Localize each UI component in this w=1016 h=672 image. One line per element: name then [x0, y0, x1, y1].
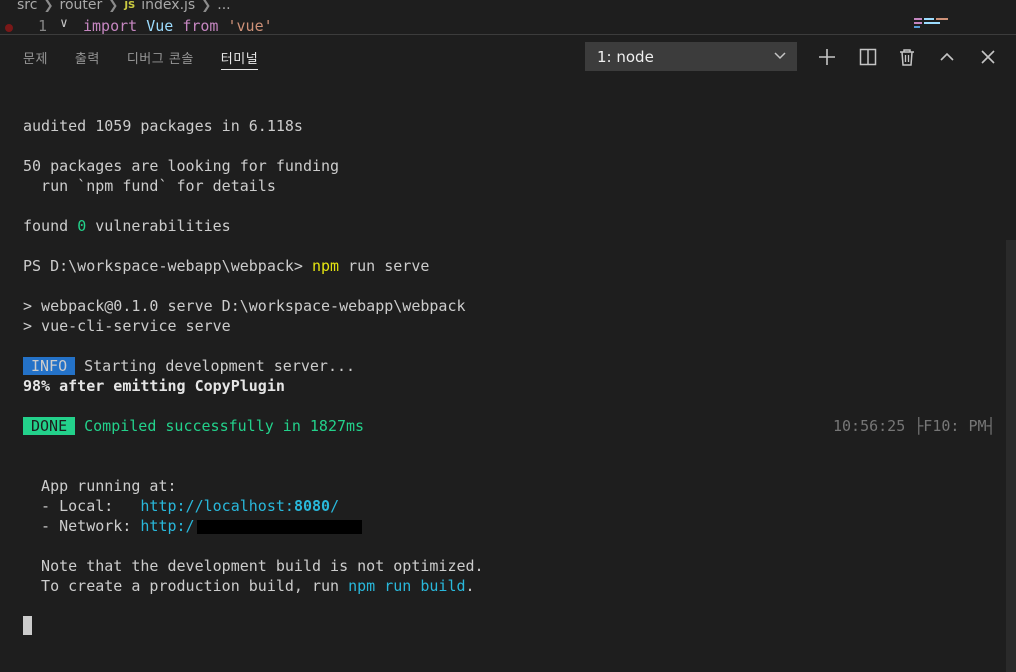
terminal-blank [23, 396, 1003, 416]
network-url-link[interactable]: http:/ [140, 517, 194, 535]
terminal-line: INFO Starting development server... [23, 356, 1003, 376]
redacted-block [196, 519, 362, 534]
maximize-panel-button[interactable] [935, 45, 959, 69]
terminal-text: - Local: [23, 497, 141, 515]
terminal-line: - Network: http:/ [23, 516, 1003, 536]
terminal-blank [23, 236, 1003, 256]
terminal-line: 50 packages are looking for funding [23, 157, 340, 175]
close-panel-button[interactable] [976, 45, 1000, 69]
terminal-scrollbar[interactable] [1006, 240, 1016, 672]
code-text[interactable]: import Vue from 'vue' [83, 17, 273, 34]
terminal-line: 98% after emitting CopyPlugin [23, 377, 285, 395]
terminal-line: DONE Compiled successfully in 1827ms 10:56… [23, 416, 1003, 436]
build-command: npm run build [348, 577, 466, 595]
done-badge: DONE [23, 417, 76, 435]
terminal-blank [23, 336, 1003, 356]
tab-output[interactable]: 출력 [75, 35, 100, 79]
chevron-right-icon: ❯ [201, 0, 212, 12]
chevron-right-icon: ❯ [108, 0, 119, 12]
terminal-prompt-line: PS D:\workspace-webapp\webpack> npm run … [23, 256, 1003, 276]
terminal-text: . [465, 577, 475, 595]
terminal-blank [23, 436, 1003, 456]
chevron-down-icon [773, 48, 787, 66]
url-text: / [330, 497, 340, 515]
code-line[interactable]: 1 ∨ import Vue from 'vue' [0, 15, 900, 34]
terminal-text: vulnerabilities [86, 217, 231, 235]
code-keyword-from: from [182, 17, 219, 34]
terminal-line: To create a production build, run npm ru… [23, 576, 1003, 596]
command-args: run serve [339, 257, 430, 275]
terminal-text: Starting development server... [84, 357, 356, 375]
local-url-link[interactable]: http://localhost:8080/ [140, 497, 339, 515]
panel-tabs: 문제 출력 디버그 콘솔 터미널 [0, 35, 262, 79]
kill-terminal-button[interactable] [895, 45, 919, 69]
fold-chevron-icon[interactable]: ∨ [60, 16, 68, 31]
terminal-text: found [23, 217, 78, 235]
code-keyword: import [83, 17, 138, 34]
terminal-line: Note that the development build is not o… [23, 557, 484, 575]
breadcrumb-item[interactable]: src [17, 0, 37, 13]
split-icon [859, 48, 877, 66]
breakpoint-icon[interactable] [5, 24, 13, 32]
breadcrumb-item[interactable]: ... [217, 0, 230, 13]
terminal-cursor-line[interactable] [23, 616, 1003, 636]
terminal-cursor [23, 616, 32, 635]
new-terminal-button[interactable] [815, 45, 839, 69]
command-name: npm [311, 257, 340, 275]
terminal-blank [23, 536, 1003, 556]
terminal-line: run `npm fund` for details [23, 177, 276, 195]
chevron-up-icon [940, 52, 954, 61]
terminal-output[interactable]: audited 1059 packages in 6.118s 50 packa… [23, 76, 1003, 636]
minimap[interactable] [914, 16, 954, 30]
terminal-text: - Network: [23, 517, 141, 535]
terminal-blank [23, 456, 1003, 476]
tab-terminal[interactable]: 터미널 [220, 35, 259, 79]
terminal-blank [23, 276, 1003, 296]
terminal-line: found 0 vulnerabilities [23, 216, 1003, 236]
compile-status: Compiled successfully in 1827ms [84, 417, 365, 435]
terminal-select-dropdown[interactable]: 1: node [585, 42, 797, 71]
terminal-blank [23, 196, 1003, 216]
tab-debug-console[interactable]: 디버그 콘솔 [127, 35, 194, 79]
url-text: http://localhost: [140, 497, 294, 515]
breadcrumb: src ❯ router ❯ JS index.js ❯ ... [17, 0, 231, 14]
trash-icon [900, 49, 914, 66]
editor-area: src ❯ router ❯ JS index.js ❯ ... 1 ∨ imp… [0, 0, 1016, 34]
terminal-line: - Local: http://localhost:8080/ [23, 496, 1003, 516]
plus-icon [819, 49, 835, 65]
terminal-line: > vue-cli-service serve [23, 317, 231, 335]
timestamp: 10:56:25 ├F10: PM┤ [833, 417, 996, 435]
terminal-blank [23, 136, 1003, 156]
code-identifier: Vue [146, 17, 174, 34]
breadcrumb-item[interactable]: router [60, 0, 103, 13]
vulnerability-count: 0 [77, 217, 87, 235]
javascript-file-icon: JS [124, 0, 136, 11]
tab-problems[interactable]: 문제 [23, 35, 48, 79]
prompt: PS D:\workspace-webapp\webpack> [23, 257, 312, 275]
code-string: 'vue' [227, 17, 273, 34]
terminal-select-value: 1: node [597, 47, 654, 66]
split-terminal-button[interactable] [856, 45, 880, 69]
line-number: 1 [38, 17, 48, 34]
close-icon [981, 50, 995, 64]
chevron-right-icon: ❯ [43, 0, 54, 12]
terminal-line: App running at: [23, 477, 177, 495]
terminal-line: audited 1059 packages in 6.118s [23, 117, 303, 135]
breadcrumb-item[interactable]: index.js [141, 0, 195, 13]
url-port: 8080 [293, 497, 331, 515]
terminal-line: > webpack@0.1.0 serve D:\workspace-webap… [23, 297, 466, 315]
terminal-blank [23, 596, 1003, 616]
info-badge: INFO [23, 357, 76, 375]
terminal-text: To create a production build, run [23, 577, 349, 595]
